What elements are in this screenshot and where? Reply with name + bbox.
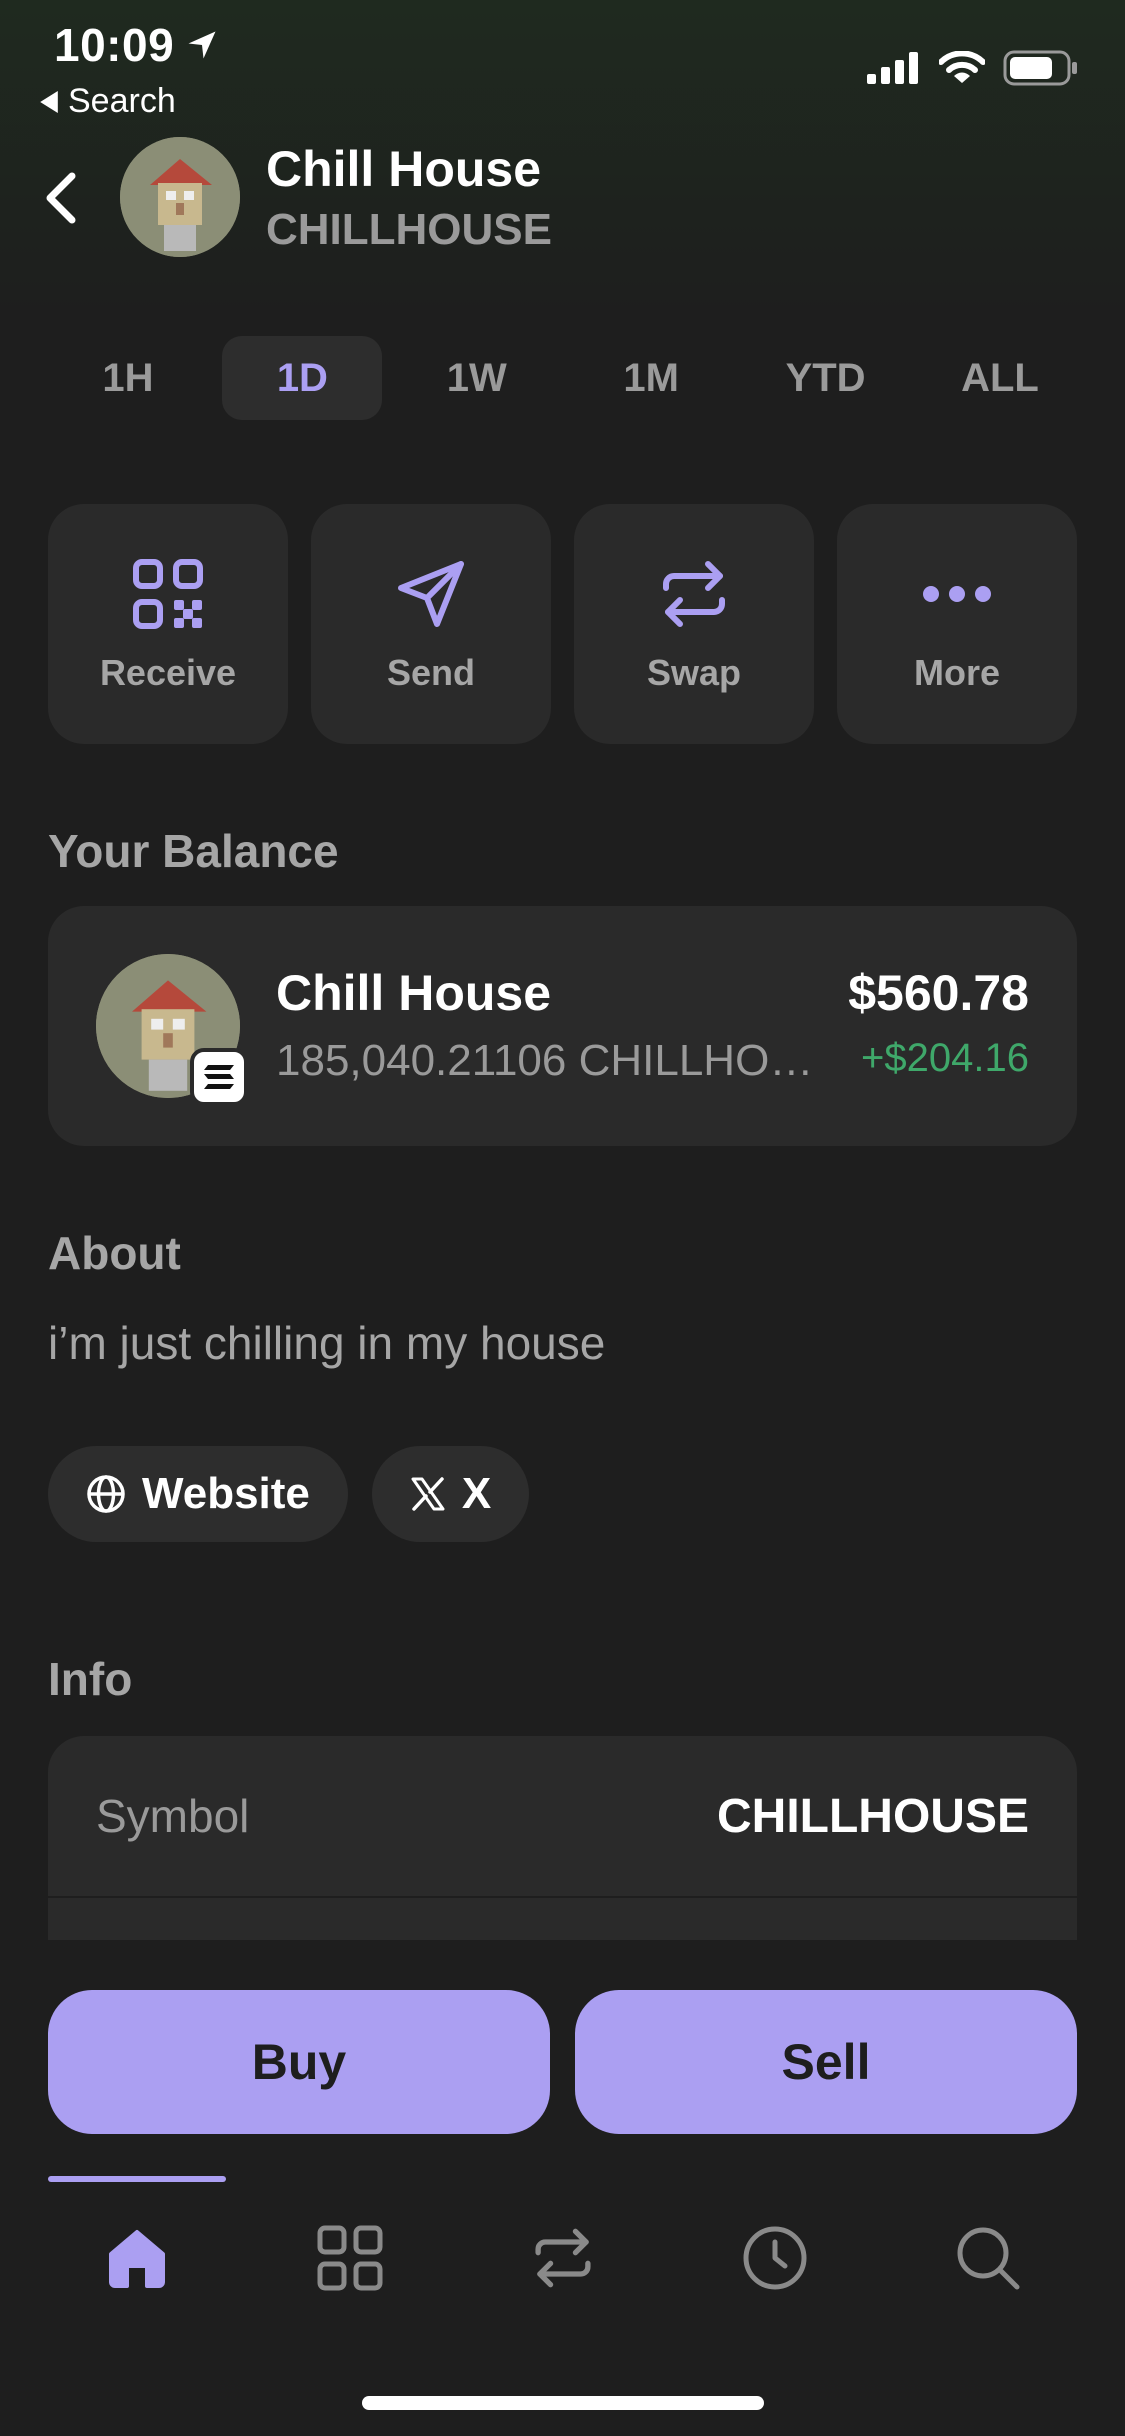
- tab-activity[interactable]: [686, 2210, 864, 2306]
- tab-active-indicator: [48, 2176, 226, 2182]
- info-section-title: Info: [48, 1653, 133, 1705]
- about-description: i’m just chilling in my house: [48, 1317, 606, 1369]
- tab-1m[interactable]: 1M: [571, 336, 731, 420]
- send-icon: [398, 561, 464, 627]
- x-link-label: X: [461, 1469, 492, 1518]
- x-link[interactable]: X: [371, 1446, 530, 1542]
- status-back-to-app[interactable]: Search: [38, 82, 176, 121]
- tab-1h[interactable]: 1H: [48, 336, 208, 420]
- buy-button[interactable]: Buy: [48, 1990, 550, 2134]
- balance-change: +$204.16: [861, 1036, 1029, 1080]
- balance-token-name: Chill House: [276, 965, 552, 1021]
- action-buttons: Receive Send Swap More: [48, 504, 1077, 744]
- tab-collectibles[interactable]: [261, 2210, 439, 2306]
- swap-button[interactable]: Swap: [574, 504, 814, 744]
- tab-all[interactable]: ALL: [920, 336, 1080, 420]
- more-label: More: [913, 652, 1000, 693]
- info-card: Symbol CHILLHOUSE: [48, 1736, 1077, 1940]
- collectibles-grid-icon: [317, 2225, 383, 2291]
- balance-usd-value: $560.78: [848, 965, 1029, 1021]
- tab-home[interactable]: [48, 2210, 226, 2306]
- info-value: CHILLHOUSE: [717, 1789, 1029, 1843]
- solana-chain-badge: [190, 1048, 248, 1106]
- balance-token-amount: 185,040.21106 CHILLHOUSE: [276, 1036, 816, 1085]
- status-time-text: 10:09: [54, 19, 175, 71]
- battery-icon: [1003, 50, 1077, 86]
- status-indicators: [867, 50, 1079, 86]
- info-row-symbol: Symbol CHILLHOUSE: [48, 1736, 1077, 1898]
- website-link-label: Website: [142, 1469, 310, 1518]
- chill-house-logo-icon: [120, 137, 240, 257]
- solana-icon: [204, 1065, 234, 1089]
- more-icon: [923, 586, 991, 602]
- wifi-icon: [939, 51, 985, 83]
- bottom-tab-bar: [48, 2210, 1077, 2306]
- home-icon: [109, 2230, 165, 2288]
- website-link[interactable]: Website: [48, 1446, 348, 1542]
- qr-code-icon: [133, 559, 203, 629]
- send-label: Send: [386, 652, 475, 693]
- receive-button[interactable]: Receive: [48, 504, 288, 744]
- social-links: Website X: [48, 1446, 530, 1542]
- about-section-title: About: [48, 1227, 181, 1279]
- chevron-left-icon: [46, 172, 76, 224]
- token-avatar: [120, 137, 240, 257]
- tab-1w[interactable]: 1W: [397, 336, 557, 420]
- trade-buttons: Buy Sell: [48, 1990, 1077, 2134]
- x-logo-icon: [411, 1477, 445, 1511]
- search-icon: [957, 2227, 1020, 2290]
- tab-ytd[interactable]: YTD: [746, 336, 906, 420]
- cellular-signal-icon: [867, 52, 918, 84]
- swap-icon: [663, 561, 725, 627]
- send-button[interactable]: Send: [311, 504, 551, 744]
- status-time: 10:09: [54, 18, 220, 72]
- back-triangle-icon: [40, 90, 58, 113]
- balance-card[interactable]: Chill House 185,040.21106 CHILLHOUSE $56…: [48, 906, 1077, 1146]
- sell-button[interactable]: Sell: [575, 1990, 1077, 2134]
- receive-label: Receive: [99, 652, 237, 693]
- back-button[interactable]: [40, 170, 80, 231]
- history-clock-icon: [743, 2226, 807, 2290]
- token-symbol: CHILLHOUSE: [266, 205, 552, 254]
- location-arrow-icon: [188, 31, 216, 59]
- tab-1d[interactable]: 1D: [222, 336, 383, 420]
- timeframe-tabs: 1H 1D 1W 1M YTD ALL: [48, 336, 1080, 420]
- globe-icon: [87, 1475, 125, 1513]
- swap-icon: [534, 2228, 591, 2288]
- swap-label: Swap: [646, 652, 742, 693]
- tab-search[interactable]: [899, 2210, 1077, 2306]
- token-name: Chill House: [266, 141, 542, 197]
- more-button[interactable]: More: [837, 504, 1077, 744]
- status-back-label: Search: [68, 82, 176, 120]
- balance-section-title: Your Balance: [48, 825, 339, 877]
- info-label: Symbol: [96, 1790, 250, 1842]
- tab-swap[interactable]: [474, 2210, 652, 2306]
- home-indicator: [362, 2396, 764, 2410]
